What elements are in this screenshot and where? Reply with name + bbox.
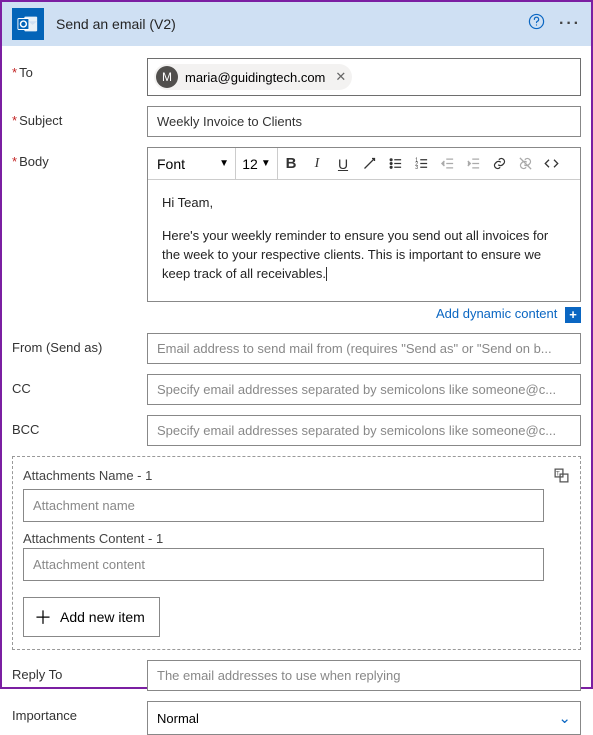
bullet-list-icon[interactable] bbox=[382, 148, 408, 179]
underline-button[interactable]: U bbox=[330, 148, 356, 179]
avatar: M bbox=[156, 66, 178, 88]
bcc-label: BCC bbox=[12, 415, 147, 437]
font-size-dropdown[interactable]: 12▼ bbox=[236, 148, 278, 179]
add-dynamic-content-link[interactable]: Add dynamic content bbox=[436, 306, 557, 321]
add-dynamic-plus-icon[interactable]: + bbox=[565, 307, 581, 323]
attachments-section: Attachments Name - 1 T Attachments Conte… bbox=[12, 456, 581, 650]
font-dropdown[interactable]: Font▼ bbox=[148, 148, 236, 179]
subject-input[interactable] bbox=[147, 106, 581, 137]
italic-button[interactable]: I bbox=[304, 148, 330, 179]
from-input[interactable] bbox=[147, 333, 581, 364]
more-icon[interactable]: ··· bbox=[559, 15, 581, 33]
editor-toolbar: Font▼ 12▼ B I U 123 bbox=[148, 148, 580, 180]
from-label: From (Send as) bbox=[12, 333, 147, 355]
svg-text:T: T bbox=[556, 470, 560, 477]
card-header: Send an email (V2) ··· bbox=[2, 2, 591, 46]
code-view-icon[interactable] bbox=[538, 148, 564, 179]
importance-select[interactable]: Normal ⌄ bbox=[147, 701, 581, 735]
unlink-icon[interactable] bbox=[512, 148, 538, 179]
subject-label: *Subject bbox=[12, 106, 147, 128]
svg-text:3: 3 bbox=[415, 165, 418, 171]
to-label: *To bbox=[12, 58, 147, 80]
replyto-input[interactable] bbox=[147, 660, 581, 691]
link-icon[interactable] bbox=[486, 148, 512, 179]
help-icon[interactable] bbox=[528, 13, 545, 35]
indent-icon[interactable] bbox=[460, 148, 486, 179]
rich-text-editor: Font▼ 12▼ B I U 123 Hi Team, Here's bbox=[147, 147, 581, 302]
attachment-name-label: Attachments Name - 1 bbox=[23, 468, 152, 483]
add-new-item-button[interactable]: ＋ Add new item bbox=[23, 597, 160, 637]
card-title: Send an email (V2) bbox=[56, 16, 176, 32]
importance-label: Importance bbox=[12, 701, 147, 723]
remove-chip-icon[interactable]: ✕ bbox=[335, 69, 346, 85]
body-label: *Body bbox=[12, 147, 147, 169]
expression-icon[interactable]: T bbox=[553, 467, 570, 489]
outlook-icon bbox=[12, 8, 44, 40]
to-field[interactable]: M maria@guidingtech.com ✕ bbox=[147, 58, 581, 96]
numbered-list-icon[interactable]: 123 bbox=[408, 148, 434, 179]
clear-format-icon[interactable] bbox=[356, 148, 382, 179]
editor-content[interactable]: Hi Team, Here's your weekly reminder to … bbox=[148, 180, 580, 301]
bold-button[interactable]: B bbox=[278, 148, 304, 179]
bcc-input[interactable] bbox=[147, 415, 581, 446]
attachment-content-label: Attachments Content - 1 bbox=[23, 532, 173, 546]
attachment-name-input[interactable] bbox=[23, 489, 544, 522]
plus-icon: ＋ bbox=[34, 604, 52, 630]
replyto-label: Reply To bbox=[12, 660, 147, 682]
chevron-down-icon: ⌄ bbox=[558, 709, 571, 727]
attachment-content-input[interactable] bbox=[23, 548, 544, 581]
cc-input[interactable] bbox=[147, 374, 581, 405]
outdent-icon[interactable] bbox=[434, 148, 460, 179]
recipient-email: maria@guidingtech.com bbox=[185, 70, 325, 85]
recipient-chip[interactable]: M maria@guidingtech.com ✕ bbox=[154, 64, 352, 90]
cc-label: CC bbox=[12, 374, 147, 396]
